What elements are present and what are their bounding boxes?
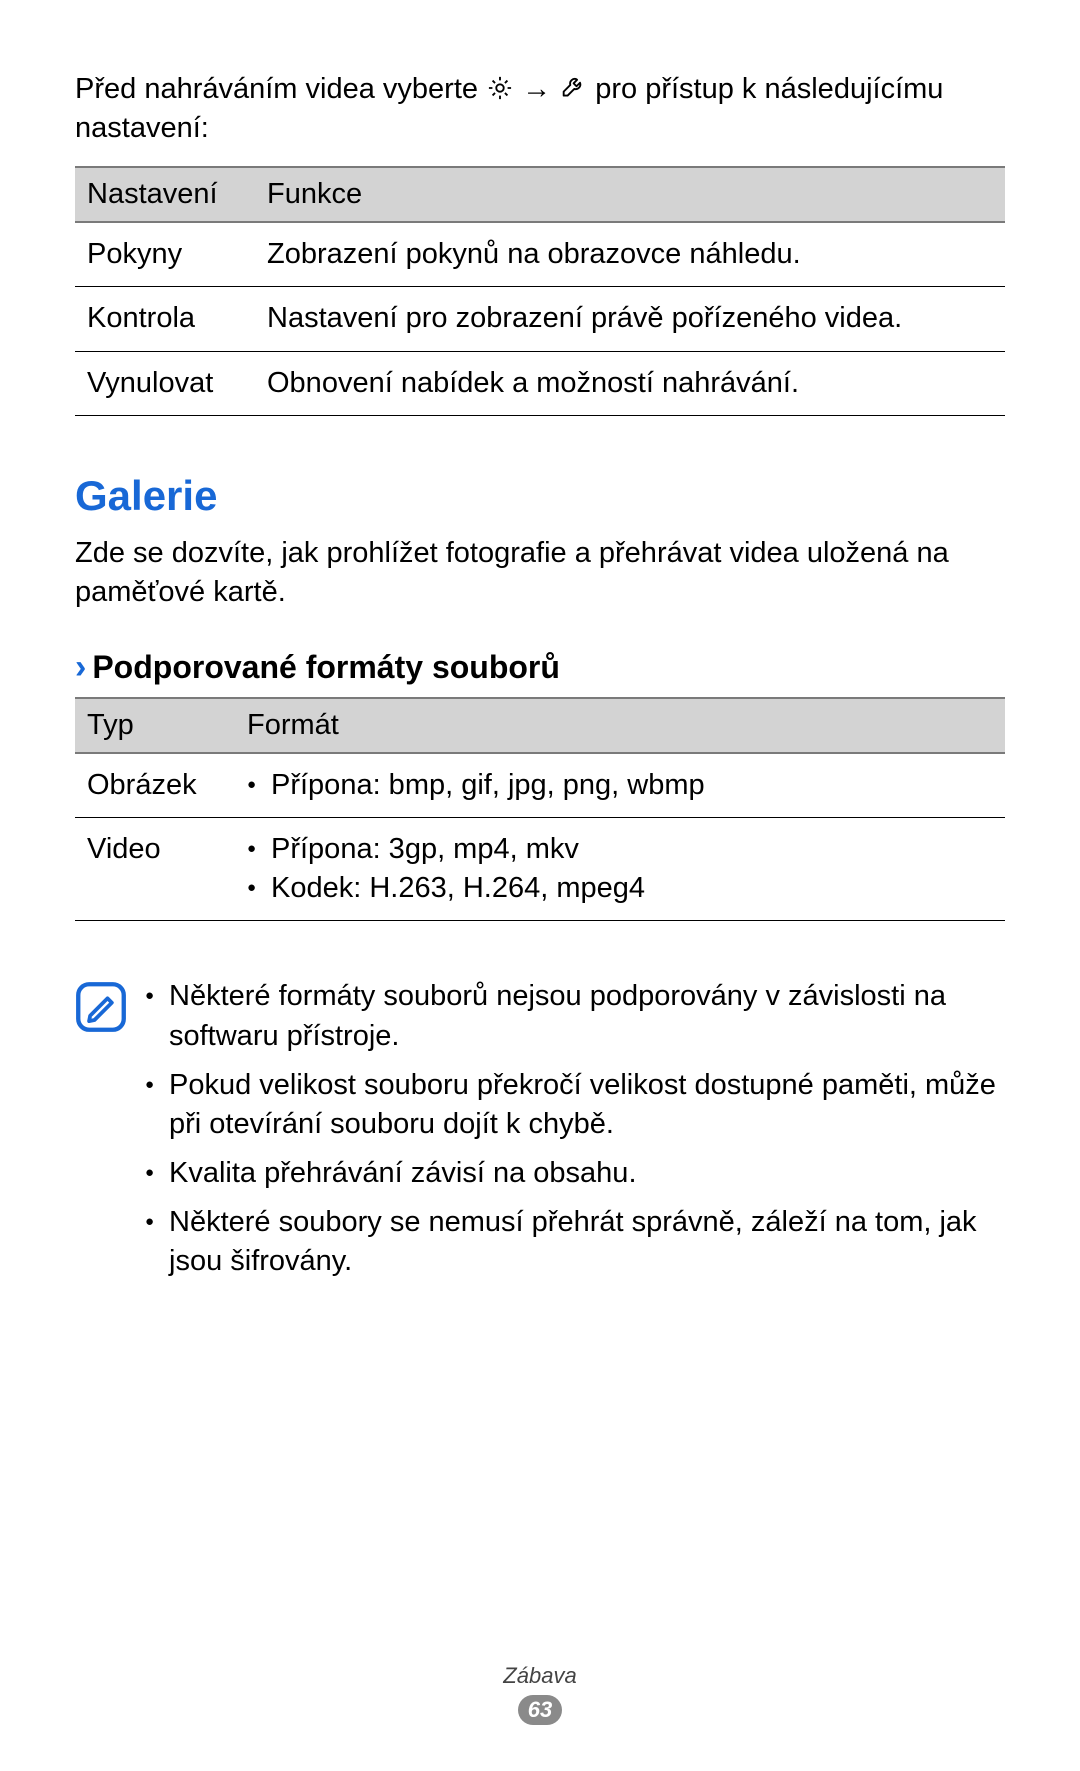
wrench-icon [559, 74, 587, 102]
table-row: Video Přípona: 3gp, mp4, mkv Kodek: H.26… [75, 818, 1005, 921]
subsection-heading: › Podporované formáty souborů [75, 648, 1005, 687]
chevron-right-icon: › [75, 648, 86, 687]
list-item: Některé formáty souborů nejsou podporová… [145, 977, 1005, 1055]
table-header: Nastavení [75, 167, 255, 222]
intro-text: Před nahráváním videa vyberte → pro přís… [75, 70, 1005, 148]
footer-category: Zábava [0, 1663, 1080, 1689]
table-header: Funkce [255, 167, 1005, 222]
gear-icon [486, 74, 514, 102]
list-item: Kvalita přehrávání závisí na obsahu. [145, 1154, 1005, 1193]
list-item: Přípona: 3gp, mp4, mkv [247, 830, 993, 869]
note-icon [75, 981, 127, 1033]
table-row: Pokyny Zobrazení pokynů na obrazovce náh… [75, 222, 1005, 287]
settings-table: Nastavení Funkce Pokyny Zobrazení pokynů… [75, 166, 1005, 415]
page-footer: Zábava 63 [0, 1663, 1080, 1725]
table-row: Kontrola Nastavení pro zobrazení právě p… [75, 287, 1005, 351]
table-row: Vynulovat Obnovení nabídek a možností na… [75, 351, 1005, 415]
list-item: Některé soubory se nemusí přehrát správn… [145, 1203, 1005, 1281]
table-row: Obrázek Přípona: bmp, gif, jpg, png, wbm… [75, 753, 1005, 818]
list-item: Pokud velikost souboru překročí velikost… [145, 1066, 1005, 1144]
page-number: 63 [518, 1695, 562, 1725]
formats-table: Typ Formát Obrázek Přípona: bmp, gif, jp… [75, 697, 1005, 921]
section-description: Zde se dozvíte, jak prohlížet fotografie… [75, 534, 1005, 612]
section-heading: Galerie [75, 472, 1005, 520]
table-header: Typ [75, 698, 235, 753]
list-item: Kodek: H.263, H.264, mpeg4 [247, 869, 993, 908]
note-block: Některé formáty souborů nejsou podporová… [75, 977, 1005, 1291]
table-header: Formát [235, 698, 1005, 753]
list-item: Přípona: bmp, gif, jpg, png, wbmp [247, 766, 993, 805]
